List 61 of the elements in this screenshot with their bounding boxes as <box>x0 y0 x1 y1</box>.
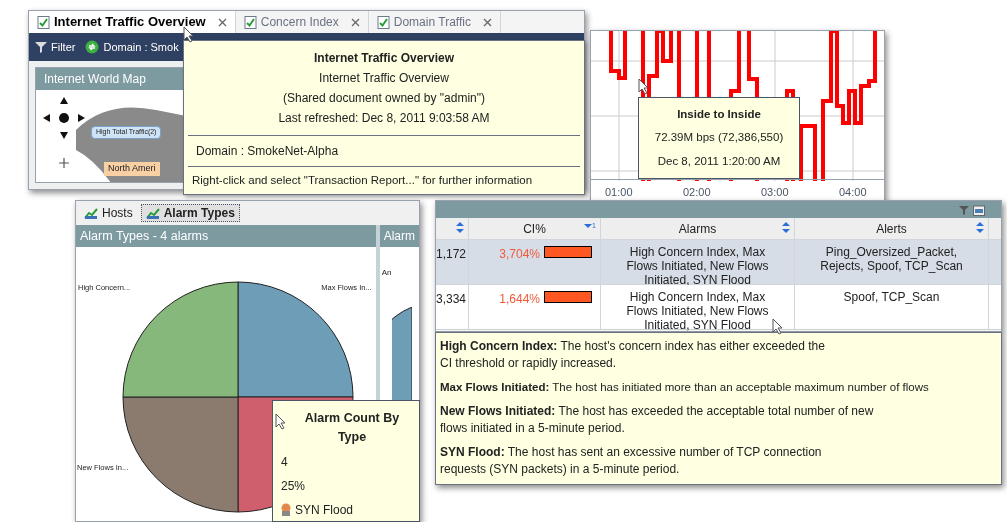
panel-tab[interactable]: Hosts <box>80 204 137 222</box>
axis-label: 04:00 <box>839 185 867 201</box>
filter-icon <box>959 204 969 215</box>
tooltip-title: Alarm Count By Type <box>303 410 401 446</box>
tooltip-text: (Shared document owned by "admin") <box>283 90 485 107</box>
table-cell: 3,334 <box>436 285 469 329</box>
alarm-light-icon <box>281 502 291 517</box>
cursor-icon <box>638 78 649 95</box>
tooltip-text: SYN Flood <box>295 501 354 519</box>
funnel-icon <box>35 41 47 53</box>
filter-button[interactable]: Filter <box>35 38 76 56</box>
document-icon <box>37 15 50 29</box>
column-header[interactable]: Alerts <box>795 218 989 239</box>
table-cell: Ping_Oversized_Packet, Rejects, Spoof, TCP_Scan <box>795 240 989 284</box>
cursor-icon <box>275 413 286 430</box>
pan-control-icon <box>42 96 86 140</box>
table-cell: High Concern Index, Max Flows Initiated, New Flows Initiated, SYN Flood <box>601 240 795 284</box>
axis-label: 02:00 <box>683 185 711 201</box>
close-icon <box>482 17 492 27</box>
ci-bar <box>544 246 592 258</box>
refresh-icon <box>85 40 100 54</box>
panel-title: Alarm Types - 4 alarms <box>76 225 376 247</box>
table-cell-text: 1,644% <box>499 291 540 308</box>
domain-button[interactable]: Domain : Smok <box>85 38 179 56</box>
ci-bar <box>544 291 592 303</box>
tooltip-title: Inside to Inside <box>677 107 761 122</box>
definition-text: High Concern Index: The host's concern index has either exceeded the CI threshold or rapidly increased. <box>440 338 826 372</box>
tooltip-text: Internet Traffic Overview <box>319 70 449 87</box>
export-icon <box>973 203 985 216</box>
tooltip-text: 72.39M bps (72,386,550) <box>654 130 784 146</box>
document-tab[interactable]: Internet Traffic Overview <box>29 11 236 33</box>
table-row[interactable]: 1,172 3,704% High Concern Index, Max Flows Initiated, New Flows Initiated, SYN Flood Ping_Oversized_Packet, Rejects, Spoof, TCP_Scan <box>436 240 1001 285</box>
definition-text: SYN Flood: The host has sent an excessive number of TCP connection requests (SYN packets) in a 5-minute period. <box>440 444 823 478</box>
definition-text: Max Flows Initiated: The host has initiated more than an acceptable maximum number of flows <box>440 380 930 395</box>
close-icon <box>217 17 227 27</box>
axis-label: 03:00 <box>761 185 789 201</box>
table-cell: 1,172 <box>436 240 469 284</box>
panel-title: Alarm <box>379 225 419 247</box>
table-cell: Spoof, TCP_Scan <box>795 285 989 329</box>
cursor-icon <box>183 26 194 43</box>
document-icon <box>243 15 257 29</box>
tooltip-text: 4 <box>281 453 289 471</box>
column-header[interactable]: Alarms <box>601 218 795 239</box>
region-label: North Ameri <box>104 162 160 176</box>
slice-label: An <box>381 267 392 279</box>
tooltip-text: 25% <box>281 477 307 495</box>
tooltip-text: Domain : SmokeNet-Alpha <box>188 136 580 167</box>
tooltip-text: Last refreshed: Dec 8, 2011 9:03:58 AM <box>278 110 490 127</box>
table-row[interactable]: 3,334 1,644% High Concern Index, Max Flows Initiated, New Flows Initiated, SYN Flood Spoof, TCP_Scan <box>436 285 1001 330</box>
panel-tab[interactable]: Alarm Types <box>140 204 240 222</box>
zoom-in-icon <box>59 158 69 168</box>
chart-icon <box>84 206 98 220</box>
tooltip-title: Internet Traffic Overview <box>313 50 455 67</box>
tooltip-text: Dec 8, 2011 1:20:00 AM <box>657 153 781 169</box>
close-icon <box>350 17 360 27</box>
chart-icon <box>145 206 160 220</box>
tooltip-text: Right-click and select "Transaction Report..." for further information <box>191 173 534 188</box>
definition-text: New Flows Initiated: The host has exceeded the acceptable total number of new flows initiated in a 5-minute period. <box>440 403 875 437</box>
table-cell-text: 3,704% <box>499 246 540 263</box>
document-icon <box>376 15 390 29</box>
axis-label: 01:00 <box>605 185 633 201</box>
